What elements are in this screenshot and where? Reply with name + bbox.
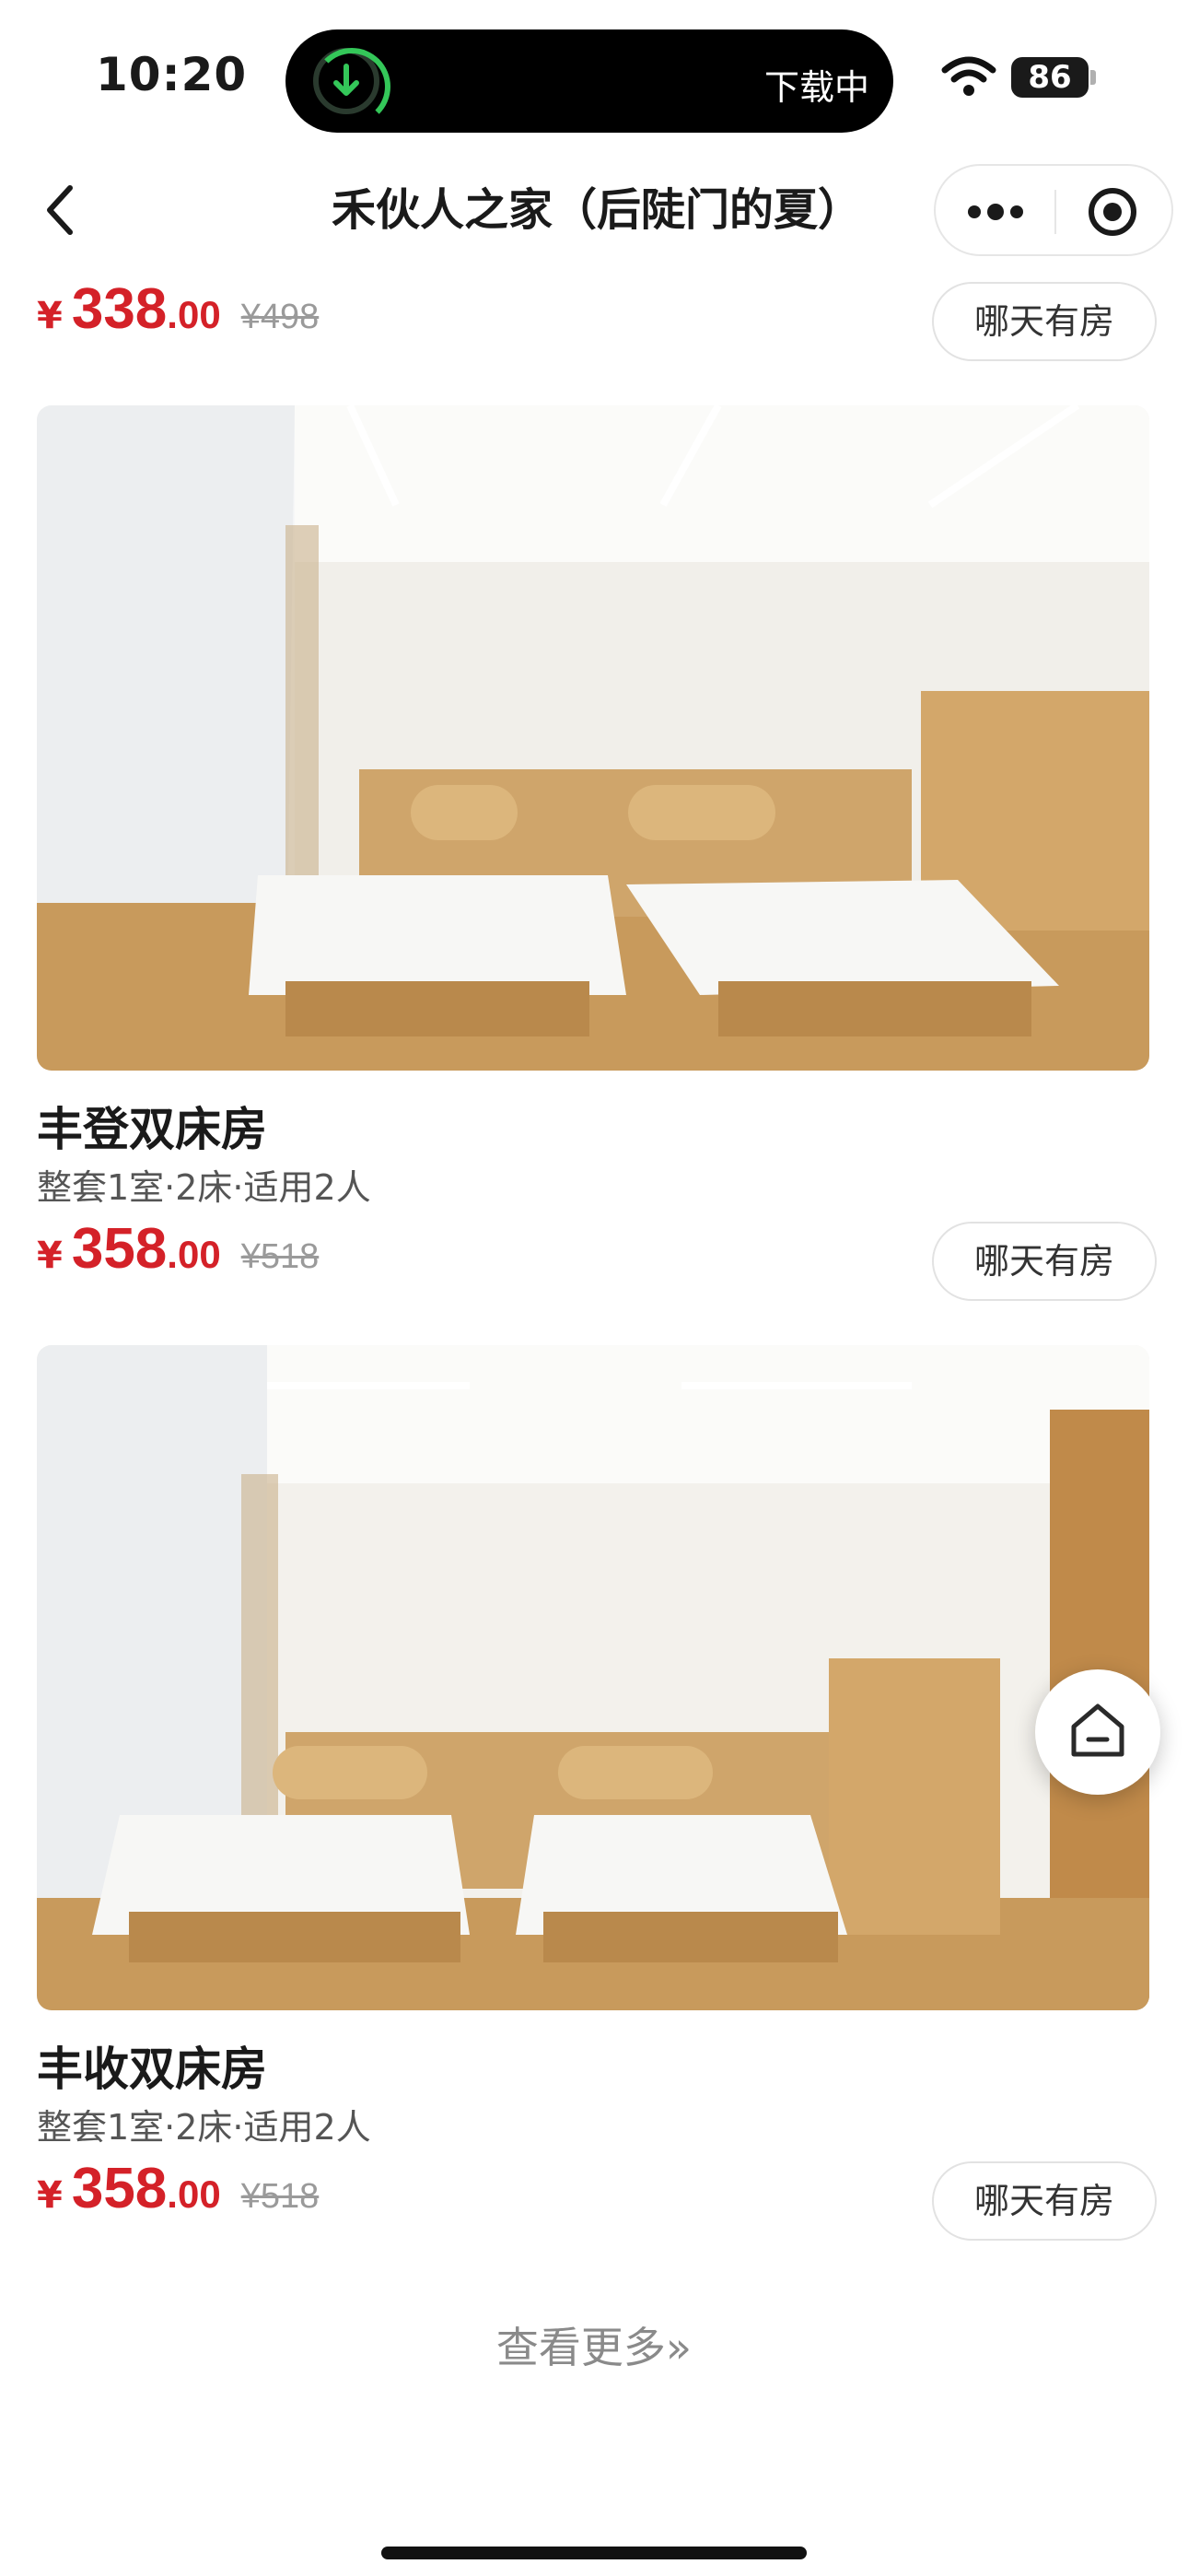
room-photo-illustration — [37, 1345, 1149, 2010]
room-price: ¥ 338 .00 ¥498 — [37, 276, 319, 359]
price-integer: 358 — [71, 1217, 168, 1281]
price-decimal: .00 — [167, 2172, 221, 2216]
status-bar: 10:20 下载中 86 — [0, 0, 1188, 157]
original-price: ¥498 — [240, 298, 320, 336]
home-icon — [1071, 1704, 1124, 1757]
original-price: ¥518 — [240, 2177, 320, 2216]
capsule-divider — [1054, 190, 1056, 234]
see-more-link[interactable]: 查看更多» — [0, 2314, 1188, 2375]
battery-tip — [1090, 70, 1096, 85]
availability-button[interactable]: 哪天有房 — [932, 282, 1157, 361]
price-integer: 358 — [71, 2157, 168, 2220]
mini-program-capsule — [934, 164, 1173, 256]
price-decimal: .00 — [167, 293, 221, 336]
more-dots-icon[interactable] — [965, 201, 1026, 223]
availability-button[interactable]: 哪天有房 — [932, 2161, 1157, 2241]
back-arrow-icon[interactable] — [39, 181, 85, 240]
room-description: 整套1室·2床·适用2人 — [37, 2107, 371, 2148]
room-price: ¥ 358 .00 ¥518 — [37, 1216, 319, 1299]
close-target-icon[interactable] — [1087, 186, 1138, 238]
wifi-icon — [941, 56, 996, 96]
original-price: ¥518 — [240, 1237, 320, 1276]
room-price: ¥ 358 .00 ¥518 — [37, 2156, 319, 2239]
price-integer: 338 — [71, 277, 168, 341]
download-progress-icon — [313, 48, 390, 125]
room-photo[interactable] — [37, 1345, 1149, 2010]
room-photo-illustration — [37, 405, 1149, 1071]
home-indicator — [381, 2547, 807, 2559]
page-title: 禾伙人之家（后陡门的夏） — [332, 184, 863, 236]
download-status-text: 下载中 — [763, 67, 869, 108]
home-fab-button[interactable] — [1035, 1669, 1160, 1795]
currency-symbol: ¥ — [37, 2174, 63, 2217]
room-name[interactable]: 丰收双床房 — [37, 2032, 267, 2099]
availability-button[interactable]: 哪天有房 — [932, 1222, 1157, 1301]
room-photo[interactable] — [37, 405, 1149, 1071]
dynamic-island[interactable]: 下载中 — [285, 29, 893, 133]
room-name[interactable]: 丰登双床房 — [37, 1093, 267, 1159]
currency-symbol: ¥ — [37, 295, 63, 337]
price-decimal: .00 — [167, 1233, 221, 1276]
battery-indicator: 86 — [1011, 57, 1089, 98]
room-description: 整套1室·2床·适用2人 — [37, 1167, 371, 1208]
currency-symbol: ¥ — [37, 1235, 63, 1277]
status-time: 10:20 — [96, 48, 248, 101]
